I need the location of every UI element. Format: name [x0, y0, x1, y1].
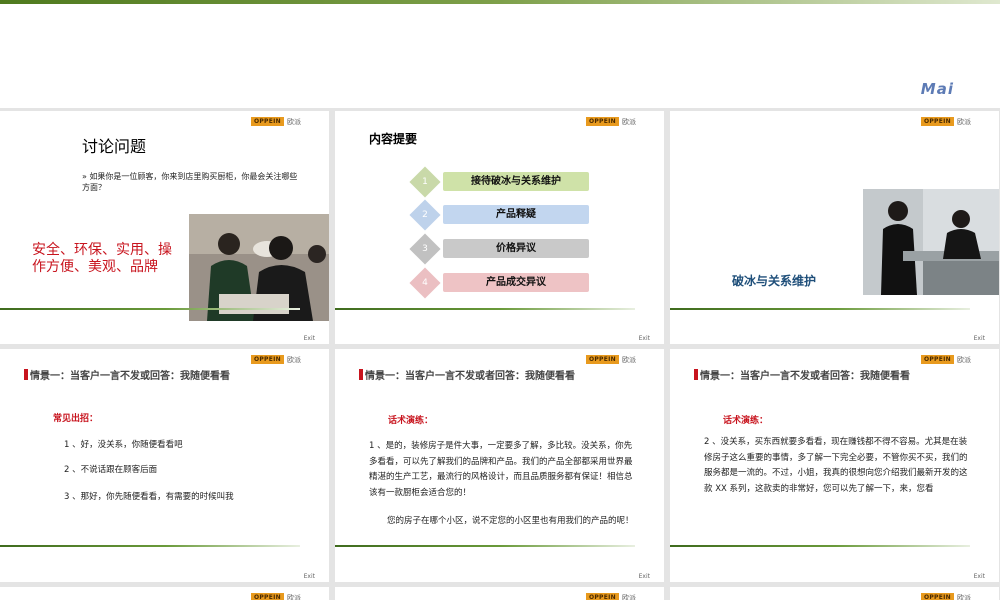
green-divider: [670, 308, 970, 310]
red-marker: [694, 369, 698, 380]
scenario-title: 情景一：当客户一言不发或者回答：我随便看看: [359, 369, 639, 385]
exit-label[interactable]: Exit: [974, 335, 985, 342]
green-divider: [335, 308, 635, 310]
exit-label[interactable]: Exit: [304, 573, 315, 580]
logo-cn: 欧派: [622, 117, 636, 126]
mai-logo: Mai: [920, 80, 954, 98]
slide-thumbnail-9[interactable]: OPPEIN 欧派: [670, 587, 999, 600]
slide-thumbnail-1[interactable]: OPPEIN 欧派 讨论问题 » 如果你是一位顾客，你来到店里购买厨柜，你最会关…: [0, 111, 329, 344]
green-divider: [0, 308, 300, 310]
script-paragraph: 2 、没关系，买东西就要多看看，现在赚钱都不得不容易。尤其是在装修房子这么重要的…: [704, 437, 968, 494]
logo-box: OPPEIN: [585, 593, 619, 600]
reception-photo: [863, 189, 999, 295]
logo-box: OPPEIN: [585, 355, 619, 364]
oppein-logo: OPPEIN 欧派: [585, 117, 636, 126]
scenario-title: 情景一：当客户一言不发或者回答：我随便看看: [694, 369, 974, 385]
oppein-logo: OPPEIN 欧派: [585, 355, 636, 364]
oppein-logo: OPPEIN 欧派: [920, 355, 971, 364]
logo-box: OPPEIN: [250, 355, 284, 364]
slide-thumbnail-7[interactable]: OPPEIN 欧派: [0, 587, 329, 600]
agenda-number-1: 1: [409, 166, 441, 198]
slide-bullet: » 如果你是一位顾客，你来到店里购买厨柜，你最会关注哪些方面？: [82, 172, 298, 192]
exit-label[interactable]: Exit: [304, 335, 315, 342]
logo-box: OPPEIN: [250, 117, 284, 126]
response-line-2: 2 、不说话跟在顾客后面: [64, 465, 158, 475]
slide-thumbnail-4[interactable]: OPPEIN 欧派 情景一：当客户一言不发或回答：我随便看看 常见出招： 1 、…: [0, 349, 329, 582]
oppein-logo: OPPEIN 欧派: [920, 117, 971, 126]
agenda-item-2: 产品释疑: [443, 205, 589, 224]
slide-title: 破冰与关系维护: [732, 274, 817, 288]
scenario-subtitle: 话术演练：: [388, 416, 434, 426]
slide-thumbnail-5[interactable]: OPPEIN 欧派 情景一：当客户一言不发或者回答：我随便看看 话术演练： 1 …: [335, 349, 664, 582]
agenda-number-2: 2: [409, 199, 441, 231]
script-paragraph-2: 您的房子在哪个小区，说不定您的小区里也有用我们的产品的呢！: [387, 516, 634, 526]
top-banner: Mai: [0, 0, 1000, 108]
logo-cn: 欧派: [957, 355, 971, 364]
agenda-item-4: 产品成交异议: [443, 273, 589, 292]
slide-thumbnail-2[interactable]: OPPEIN 欧派 内容提要 1 接待破冰与关系维护 2 产品释疑 3 价格异议…: [335, 111, 664, 344]
logo-box: OPPEIN: [920, 355, 954, 364]
logo-box: OPPEIN: [920, 117, 954, 126]
scenario-title: 情景一：当客户一言不发或回答：我随便看看: [24, 369, 304, 385]
top-green-line: [0, 0, 1000, 4]
response-line-3: 3 、那好，你先随便看看，有需要的时候叫我: [64, 492, 234, 502]
oppein-logo: OPPEIN 欧派: [250, 117, 301, 126]
logo-box: OPPEIN: [920, 593, 954, 600]
logo-cn: 欧派: [957, 593, 971, 600]
exit-label[interactable]: Exit: [639, 573, 650, 580]
logo-cn: 欧派: [622, 593, 636, 600]
agenda-item-3: 价格异议: [443, 239, 589, 258]
logo-box: OPPEIN: [250, 593, 284, 600]
answer-text: 安全、环保、实用、操作方便、美观、品牌: [32, 242, 172, 275]
slide-thumbnail-8[interactable]: OPPEIN 欧派: [335, 587, 664, 600]
slide-thumbnail-6[interactable]: OPPEIN 欧派 情景一：当客户一言不发或者回答：我随便看看 话术演练： 2 …: [670, 349, 999, 582]
green-divider: [0, 545, 300, 547]
green-divider: [335, 545, 635, 547]
red-marker: [24, 369, 28, 380]
agenda-number-3: 3: [409, 233, 441, 265]
exit-label[interactable]: Exit: [639, 335, 650, 342]
response-line-1: 1 、好，没关系，你随便看看吧: [64, 440, 183, 450]
script-paragraph-1: 1 、是的，装修房子是件大事，一定要多了解，多比较。没关系，你先多看看，可以先了…: [369, 441, 633, 498]
slide-thumbnail-3[interactable]: OPPEIN 欧派 破冰与关系维护 Exit: [670, 111, 999, 344]
oppein-logo: OPPEIN 欧派: [585, 593, 636, 600]
slide-title: 讨论问题: [82, 137, 147, 156]
scenario-subtitle: 常见出招：: [53, 414, 99, 424]
slide-title: 内容提要: [369, 132, 418, 146]
scenario-subtitle: 话术演练：: [723, 416, 769, 426]
logo-cn: 欧派: [287, 117, 301, 126]
oppein-logo: OPPEIN 欧派: [250, 355, 301, 364]
logo-cn: 欧派: [622, 355, 636, 364]
oppein-logo: OPPEIN 欧派: [920, 593, 971, 600]
red-marker: [359, 369, 363, 380]
discussion-photo: [189, 214, 329, 321]
logo-cn: 欧派: [287, 593, 301, 600]
oppein-logo: OPPEIN 欧派: [250, 593, 301, 600]
logo-cn: 欧派: [957, 117, 971, 126]
exit-label[interactable]: Exit: [974, 573, 985, 580]
logo-cn: 欧派: [287, 355, 301, 364]
agenda-item-1: 接待破冰与关系维护: [443, 172, 589, 191]
agenda-number-4: 4: [409, 267, 441, 299]
green-divider: [670, 545, 970, 547]
logo-box: OPPEIN: [585, 117, 619, 126]
